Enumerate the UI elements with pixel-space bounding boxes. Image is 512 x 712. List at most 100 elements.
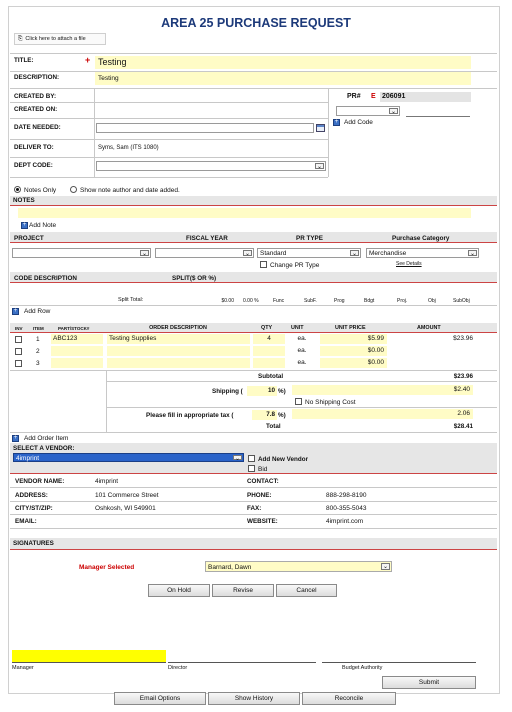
inv-header: INV bbox=[15, 326, 23, 331]
notes-only-radio[interactable] bbox=[14, 186, 21, 193]
no-shipping-checkbox[interactable] bbox=[295, 398, 302, 405]
manager-signature-label: Manager bbox=[12, 665, 34, 671]
split-total-pct: 0.00 % bbox=[243, 298, 259, 304]
on-hold-button[interactable]: On Hold bbox=[148, 584, 210, 597]
email-options-button[interactable]: Email Options bbox=[114, 692, 206, 705]
item-2-qty[interactable] bbox=[253, 346, 285, 356]
attach-file-button[interactable]: ⎘ Click here to attach a file bbox=[14, 33, 106, 45]
split-header: SPLIT($ OR %) bbox=[172, 275, 217, 282]
item-3-checkbox[interactable] bbox=[15, 360, 22, 367]
show-author-radio[interactable] bbox=[70, 186, 77, 193]
pr-type-select[interactable]: Standard ⌄ bbox=[257, 248, 361, 258]
created-by-label: CREATED BY: bbox=[14, 93, 57, 100]
item-2-price[interactable]: $0.00 bbox=[320, 346, 387, 356]
item-3-qty[interactable] bbox=[253, 358, 285, 368]
add-order-item-icon[interactable]: + bbox=[12, 435, 19, 442]
project-select[interactable]: ⌄ bbox=[12, 248, 151, 258]
tax-label: Please fill in appropriate tax ( bbox=[146, 412, 234, 419]
change-pr-type-checkbox[interactable] bbox=[260, 261, 267, 268]
split-bdgt: Bdgt bbox=[364, 298, 375, 304]
shipping-pct-input[interactable]: 10 bbox=[247, 386, 277, 396]
notes-textarea[interactable] bbox=[18, 208, 471, 218]
manager-select[interactable]: Barnard, Dawn ⌄ bbox=[205, 561, 392, 572]
item-3-part[interactable] bbox=[51, 358, 103, 368]
item-2-unit: ea. bbox=[297, 347, 307, 354]
required-mark: + bbox=[85, 55, 91, 65]
category-select[interactable]: Merchandise ⌄ bbox=[366, 248, 479, 258]
city-label: CITY/ST/ZIP: bbox=[15, 505, 53, 512]
item-1-checkbox[interactable] bbox=[15, 336, 22, 343]
item-2-checkbox[interactable] bbox=[15, 348, 22, 355]
add-code-link[interactable]: Add Code bbox=[344, 119, 373, 126]
add-row-link[interactable]: Add Row bbox=[24, 308, 50, 315]
add-new-vendor-checkbox[interactable] bbox=[248, 455, 255, 462]
pr-type-header: PR TYPE bbox=[296, 235, 323, 242]
pr-number: 206091 bbox=[380, 92, 471, 102]
calendar-icon[interactable] bbox=[316, 124, 325, 132]
dept-code-label: DEPT CODE: bbox=[14, 162, 53, 169]
code-description-header: CODE DESCRIPTION bbox=[14, 275, 77, 282]
qty-header: QTY bbox=[261, 325, 273, 331]
item-3-price[interactable]: $0.00 bbox=[320, 358, 387, 368]
title-input[interactable]: Testing bbox=[95, 56, 471, 69]
item-1-num: 1 bbox=[36, 336, 40, 343]
submit-button[interactable]: Submit bbox=[382, 676, 476, 689]
add-new-vendor-label: Add New Vendor bbox=[258, 456, 309, 463]
show-history-button[interactable]: Show History bbox=[208, 692, 300, 705]
item-1-price[interactable]: $5.99 bbox=[320, 334, 387, 344]
fiscal-year-select[interactable]: ⌄ bbox=[155, 248, 254, 258]
description-input[interactable]: Testing bbox=[95, 72, 471, 85]
show-author-label: Show note author and date added. bbox=[80, 187, 180, 194]
shipping-pct-close: %) bbox=[278, 388, 286, 395]
split-func: Func bbox=[273, 298, 285, 304]
chevron-down-icon: ⌄ bbox=[315, 163, 324, 170]
chevron-down-icon: ⌄ bbox=[468, 250, 477, 257]
address-label: ADDRESS: bbox=[15, 492, 48, 499]
add-note-icon[interactable]: + bbox=[21, 222, 28, 229]
phone-value: 888-298-8190 bbox=[326, 492, 367, 499]
code-select[interactable]: ⌄ bbox=[336, 106, 400, 116]
item-header: ITEM bbox=[33, 326, 44, 331]
chevron-down-icon: ⌄ bbox=[350, 250, 359, 257]
see-details-link[interactable]: See Details bbox=[396, 261, 422, 267]
address-value: 101 Commerce Street bbox=[95, 492, 159, 499]
split-subf: SubF. bbox=[304, 298, 317, 304]
dept-code-select[interactable]: ⌄ bbox=[96, 161, 326, 171]
vendor-select[interactable]: 4imprint ⌄ bbox=[13, 453, 244, 462]
date-needed-label: DATE NEEDED: bbox=[14, 124, 61, 131]
revise-button[interactable]: Revise bbox=[212, 584, 274, 597]
item-2-desc[interactable] bbox=[107, 346, 250, 356]
created-on-label: CREATED ON: bbox=[14, 106, 58, 113]
subtotal-value: $23.96 bbox=[453, 373, 473, 380]
item-2-part[interactable] bbox=[51, 346, 103, 356]
vendor-selected-value: 4imprint bbox=[16, 455, 40, 462]
bid-checkbox[interactable] bbox=[248, 465, 255, 472]
description-label: DESCRIPTION: bbox=[14, 74, 60, 81]
chevron-down-icon: ⌄ bbox=[381, 563, 390, 570]
chevron-down-icon: ⌄ bbox=[243, 250, 252, 257]
manager-signature-field[interactable] bbox=[12, 650, 166, 662]
manager-selected-value: Barnard, Dawn bbox=[208, 564, 252, 571]
tax-pct-input[interactable]: 7.8 bbox=[252, 410, 277, 420]
add-order-item-link[interactable]: Add Order Item bbox=[24, 435, 68, 442]
attach-file-label: Click here to attach a file bbox=[25, 36, 86, 42]
item-1-desc[interactable]: Testing Supplies bbox=[107, 334, 250, 344]
website-value: 4imprint.com bbox=[326, 518, 364, 525]
title-label: TITLE: bbox=[14, 57, 34, 64]
item-1-qty[interactable]: 4 bbox=[253, 334, 285, 344]
item-1-part[interactable]: ABC123 bbox=[51, 334, 103, 344]
split-obj: Obj bbox=[428, 298, 436, 304]
add-code-icon[interactable]: + bbox=[333, 119, 340, 126]
item-3-unit: ea. bbox=[297, 359, 307, 366]
bid-label: Bid bbox=[258, 466, 268, 473]
date-needed-input[interactable] bbox=[96, 123, 314, 133]
unit-price-header: UNIT PRICE bbox=[335, 325, 366, 331]
cancel-button[interactable]: Cancel bbox=[276, 584, 337, 597]
category-value: Merchandise bbox=[369, 250, 407, 257]
item-3-desc[interactable] bbox=[107, 358, 250, 368]
reconcile-button[interactable]: Reconcile bbox=[302, 692, 396, 705]
add-row-icon[interactable]: + bbox=[12, 308, 19, 315]
no-shipping-label: No Shipping Cost bbox=[305, 399, 356, 406]
select-vendor-label: SELECT A VENDOR: bbox=[13, 445, 75, 452]
add-note-link[interactable]: Add Note bbox=[29, 222, 56, 229]
